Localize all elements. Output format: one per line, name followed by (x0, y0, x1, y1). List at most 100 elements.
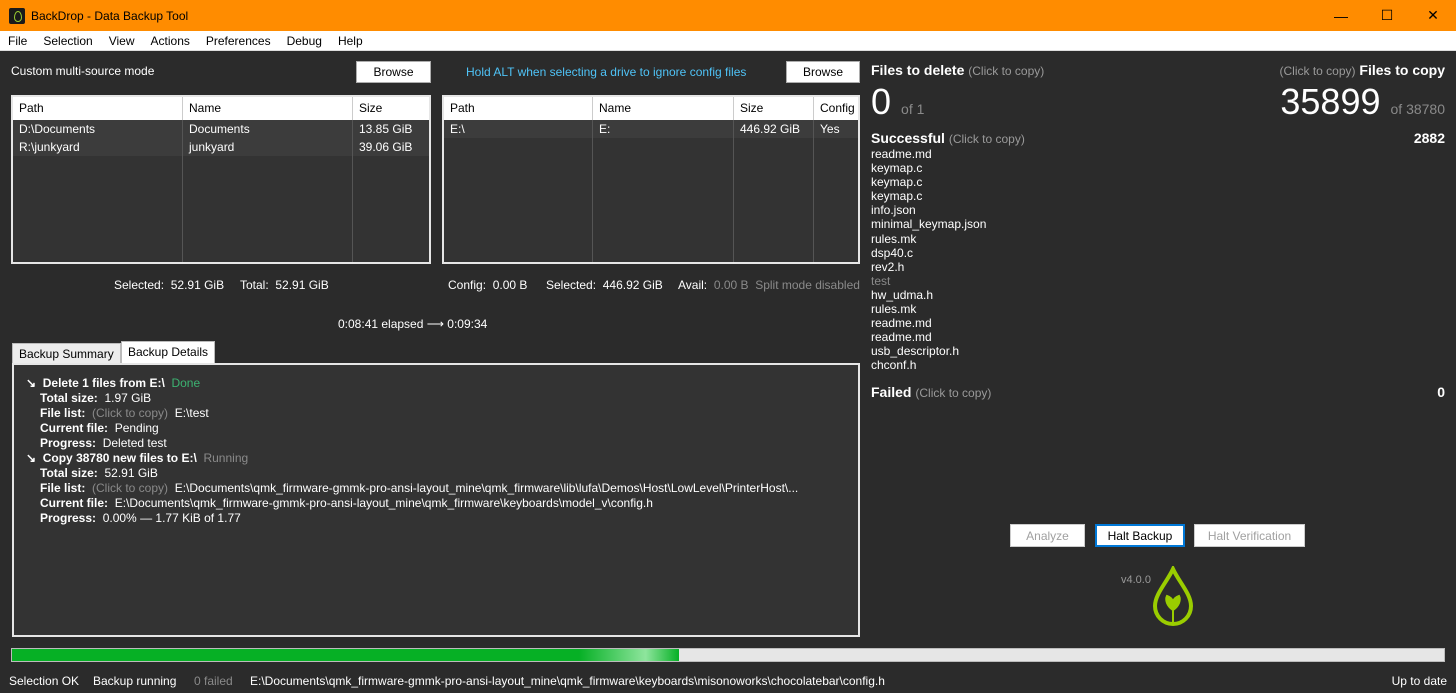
copy-total-size: Total size: 52.91 GiB (40, 466, 158, 480)
source-col-size[interactable]: Size (353, 97, 429, 120)
menu-selection[interactable]: Selection (35, 31, 100, 51)
dest-browse-button[interactable]: Browse (786, 61, 860, 83)
halt-backup-button[interactable]: Halt Backup (1095, 524, 1185, 547)
source-path-cell: R:\junkyard (19, 140, 80, 154)
copy-job-title: Copy 38780 new files to E:\ (42, 451, 197, 465)
menu-bar: File Selection View Actions Preferences … (0, 31, 1456, 51)
source-selected-label: Selected: (114, 278, 165, 292)
dest-col-path[interactable]: Path (444, 97, 593, 120)
table-row[interactable]: E:\ E: 446.92 GiB Yes (444, 120, 858, 138)
dest-col-size[interactable]: Size (734, 97, 814, 120)
source-table: Path Name Size D:\Documents Documents 13… (11, 95, 431, 264)
status-bar: Selection OK Backup running 0 failed E:\… (0, 670, 1456, 693)
current-file-value: Pending (114, 421, 159, 435)
dest-col-config[interactable]: Config (814, 97, 858, 120)
column-divider (352, 120, 353, 262)
menu-actions[interactable]: Actions (143, 31, 198, 51)
dest-table: Path Name Size Config E:\ E: 446.92 GiB … (442, 95, 860, 264)
expand-arrow-icon: ↘ (26, 376, 37, 390)
copy-progress: Progress: 0.00% — 1.77 KiB of 1.77 (40, 511, 241, 525)
table-row[interactable]: R:\junkyard junkyard 39.06 GiB (13, 138, 429, 156)
menu-preferences[interactable]: Preferences (198, 31, 279, 51)
click-to-copy-link[interactable]: (Click to copy) (1280, 64, 1356, 78)
dest-selected-value: 446.92 GiB (602, 278, 663, 292)
click-to-copy-link[interactable]: (Click to copy) (92, 406, 168, 420)
delete-progress: Progress: Deleted test (40, 436, 167, 450)
dest-config-value: 0.00 B (492, 278, 528, 292)
dest-avail-label: Avail: (678, 278, 708, 292)
failed-header[interactable]: Failed (Click to copy) (871, 384, 991, 400)
column-divider (182, 120, 183, 262)
files-to-copy-title: Files to copy (1359, 62, 1445, 78)
copy-current-file: Current file: E:\Documents\qmk_firmware-… (40, 496, 653, 510)
total-size-label: Total size: (40, 391, 98, 405)
menu-view[interactable]: View (101, 31, 143, 51)
list-item: info.json (871, 203, 916, 218)
selection-status: Selection OK (9, 674, 80, 688)
copy-job-header[interactable]: ↘ Copy 38780 new files to E:\ Running (26, 451, 248, 465)
minimize-button[interactable]: — (1318, 0, 1364, 31)
title-bar: BackDrop - Data Backup Tool — ☐ ✕ (0, 0, 1456, 31)
dest-avail-stat: Avail: 0.00 B Split mode disabled (678, 278, 860, 292)
click-to-copy-link[interactable]: (Click to copy) (968, 64, 1044, 78)
dest-config-stat: Config: 0.00 B (448, 278, 527, 292)
source-name-cell: junkyard (189, 140, 235, 154)
list-item: hw_udma.h (871, 287, 934, 302)
close-button[interactable]: ✕ (1410, 0, 1456, 31)
progress-value: Deleted test (102, 436, 167, 450)
delete-count-total: of 1 (901, 101, 925, 117)
dest-path-cell: E:\ (450, 122, 465, 136)
menu-debug[interactable]: Debug (279, 31, 330, 51)
tab-backup-details[interactable]: Backup Details (121, 341, 216, 364)
column-divider (733, 120, 734, 262)
delete-file-list: File list: (Click to copy) E:\test (40, 406, 209, 420)
list-item: keymap.c (871, 189, 923, 204)
source-col-name[interactable]: Name (183, 97, 353, 120)
files-to-delete-count: 0 of 1 (871, 84, 924, 127)
source-total-value: 52.91 GiB (275, 278, 329, 292)
delete-count-value: 0 (871, 81, 892, 122)
source-browse-button[interactable]: Browse (356, 61, 431, 83)
table-row[interactable]: D:\Documents Documents 13.85 GiB (13, 120, 429, 138)
progress-label: Progress: (40, 436, 97, 450)
progress-fill (12, 649, 680, 661)
list-item: rules.mk (871, 302, 917, 317)
current-file-label: Current file: (40, 496, 109, 510)
click-to-copy-link[interactable]: (Click to copy) (915, 386, 991, 400)
source-path-cell: D:\Documents (19, 122, 96, 136)
list-item: readme.md (871, 147, 932, 161)
delete-job-header[interactable]: ↘ Delete 1 files from E:\ Done (26, 376, 200, 390)
source-selected-value: 52.91 GiB (170, 278, 225, 292)
source-col-path[interactable]: Path (13, 97, 183, 120)
list-item: dsp40.c (871, 245, 914, 260)
column-divider (813, 120, 814, 262)
halt-verification-button[interactable]: Halt Verification (1194, 524, 1305, 547)
maximize-button[interactable]: ☐ (1364, 0, 1410, 31)
failed-title: Failed (871, 384, 912, 400)
backup-progress-bar (11, 648, 1445, 662)
copy-file-list: File list: (Click to copy) E:\Documents\… (40, 481, 798, 495)
files-to-copy-header[interactable]: (Click to copy) Files to copy (1280, 62, 1445, 78)
menu-help[interactable]: Help (330, 31, 371, 51)
successful-header[interactable]: Successful (Click to copy) (871, 130, 1025, 146)
list-item: chconf.h (871, 358, 917, 373)
tab-backup-summary[interactable]: Backup Summary (12, 343, 121, 364)
click-to-copy-link[interactable]: (Click to copy) (949, 132, 1025, 146)
copy-count-total: of 38780 (1390, 101, 1446, 117)
delete-job-status: Done (171, 376, 201, 390)
files-to-delete-header[interactable]: Files to delete (Click to copy) (871, 62, 1044, 78)
dest-config-label: Config: (448, 278, 487, 292)
current-file-status: E:\Documents\qmk_firmware-gmmk-pro-ansi-… (250, 674, 885, 688)
file-list-value: E:\test (174, 406, 209, 420)
failed-status: 0 failed (194, 674, 233, 688)
click-to-copy-link[interactable]: (Click to copy) (92, 481, 168, 495)
menu-file[interactable]: File (0, 31, 35, 51)
total-size-value: 52.91 GiB (104, 466, 158, 480)
delete-total-size: Total size: 1.97 GiB (40, 391, 151, 405)
file-list-value: E:\Documents\qmk_firmware-gmmk-pro-ansi-… (174, 481, 799, 495)
file-list-label: File list: (40, 481, 86, 495)
analyze-button[interactable]: Analyze (1010, 524, 1085, 547)
dest-col-name[interactable]: Name (593, 97, 734, 120)
source-total-stat: Total: 52.91 GiB (240, 278, 329, 292)
dest-avail-value: 0.00 B (713, 278, 749, 292)
